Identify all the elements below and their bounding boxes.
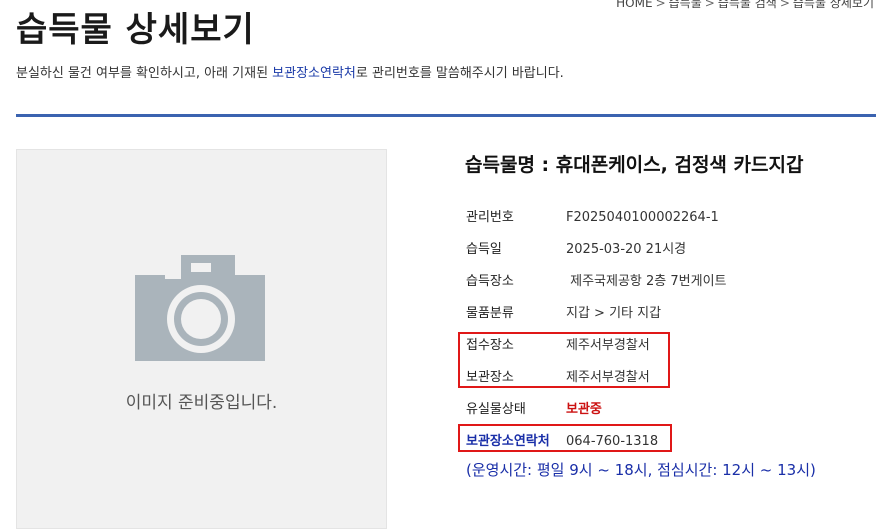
breadcrumb-found[interactable]: 습득물 <box>669 0 702 10</box>
row-label: 습득일 <box>466 242 502 257</box>
image-placeholder-text: 이미지 준비중입니다. <box>125 393 278 413</box>
row-found-place: 습득장소 제주국제공항 2층 7번게이트 <box>466 270 727 289</box>
divider <box>16 114 876 117</box>
breadcrumb-home[interactable]: HOME <box>616 0 652 10</box>
intro-after: 로 관리번호를 말씀해주시기 바랍니다. <box>355 66 564 81</box>
row-value: 2025-03-20 21시경 <box>566 242 687 257</box>
breadcrumb-search[interactable]: 습득물 검색 <box>718 0 777 10</box>
camera-icon <box>135 255 265 361</box>
row-found-date: 습득일 2025-03-20 21시경 <box>466 238 686 257</box>
chevron-right-icon: > <box>779 0 790 10</box>
row-category: 물품분류 지갑 > 기타 지갑 <box>466 302 661 321</box>
row-value: 지갑 > 기타 지갑 <box>566 306 662 321</box>
row-label: 물품분류 <box>466 306 514 321</box>
highlight-box-places <box>458 332 670 388</box>
row-status: 유실물상태 보관중 <box>466 398 602 417</box>
page-title: 습득물 상세보기 <box>16 10 255 50</box>
row-label: 유실물상태 <box>466 402 526 417</box>
operating-hours: (운영시간: 평일 9시 ~ 18시, 점심시간: 12시 ~ 13시) <box>466 461 816 479</box>
row-value: 제주국제공항 2층 7번게이트 <box>566 274 727 289</box>
chevron-right-icon: > <box>655 0 666 10</box>
intro-before: 분실하신 물건 여부를 확인하시고, 아래 기재된 <box>16 66 273 81</box>
breadcrumb-current: 습득물 상세보기 <box>792 0 874 10</box>
image-placeholder: 이미지 준비중입니다. <box>16 149 387 529</box>
intro-text: 분실하신 물건 여부를 확인하시고, 아래 기재된 보관장소연락처로 관리번호를… <box>16 62 564 81</box>
chevron-right-icon: > <box>704 0 715 10</box>
row-label: 관리번호 <box>466 210 514 225</box>
highlight-box-contact <box>458 424 672 452</box>
status-badge: 보관중 <box>566 402 602 417</box>
item-name: 습득물명 : 휴대폰케이스, 검정색 카드지갑 <box>465 154 804 176</box>
intro-highlight: 보관장소연락처 <box>272 66 356 81</box>
breadcrumb: HOME > 습득물 > 습득물 검색 > 습득물 상세보기 <box>616 0 874 11</box>
row-management-number: 관리번호 F2025040100002264-1 <box>466 206 719 225</box>
row-value: F2025040100002264-1 <box>566 210 719 225</box>
row-label: 습득장소 <box>466 274 514 289</box>
